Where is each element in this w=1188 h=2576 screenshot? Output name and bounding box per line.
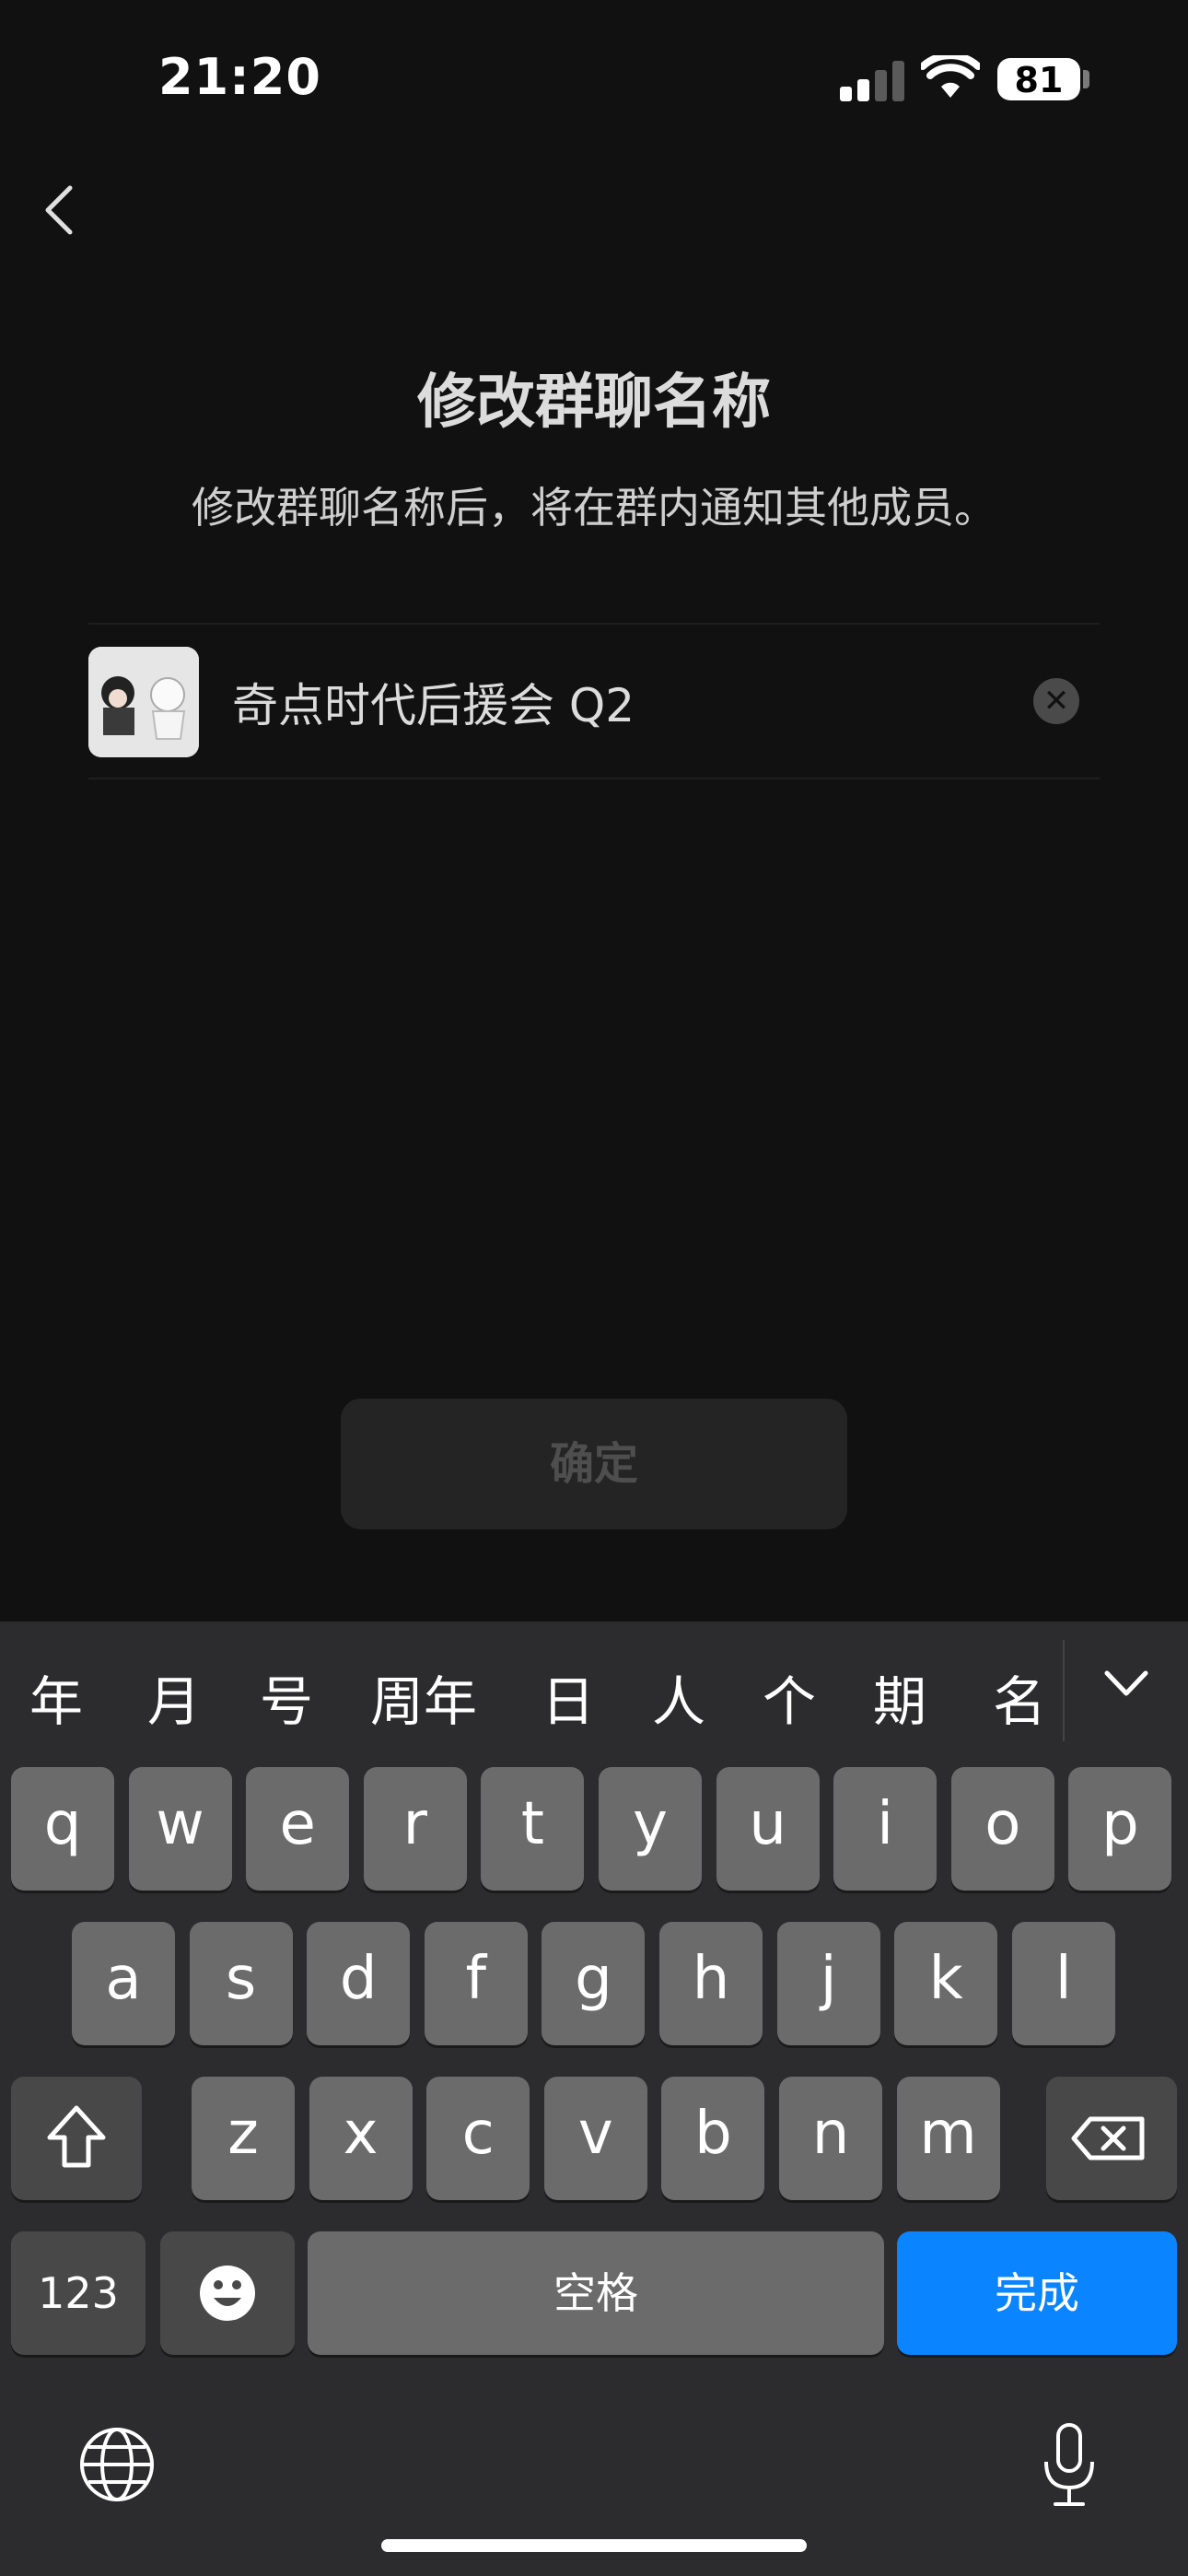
confirm-button[interactable]: 确定 xyxy=(341,1399,847,1529)
microphone-icon[interactable] xyxy=(1041,2421,1098,2510)
key-f[interactable]: f xyxy=(424,1922,528,2045)
candidate-item[interactable]: 号 xyxy=(260,1658,313,1736)
divider-bottom xyxy=(88,778,1100,779)
candidate-separator xyxy=(1063,1640,1065,1741)
candidate-item[interactable]: 名 xyxy=(993,1658,1046,1736)
key-b[interactable]: b xyxy=(661,2077,765,2200)
key-m[interactable]: m xyxy=(896,2077,1000,2200)
numbers-key[interactable]: 123 xyxy=(11,2231,146,2355)
key-t[interactable]: t xyxy=(481,1767,585,1891)
key-x[interactable]: x xyxy=(309,2077,413,2200)
key-o[interactable]: o xyxy=(950,1767,1054,1891)
shift-key[interactable] xyxy=(11,2077,142,2200)
key-w[interactable]: w xyxy=(128,1767,232,1891)
backspace-icon xyxy=(1071,2116,1145,2160)
battery-tip xyxy=(1083,70,1089,88)
candidate-item[interactable]: 日 xyxy=(542,1658,595,1736)
key-p[interactable]: p xyxy=(1068,1767,1172,1891)
key-d[interactable]: d xyxy=(307,1922,411,2045)
back-chevron-icon[interactable] xyxy=(41,181,77,240)
done-key[interactable]: 完成 xyxy=(897,2231,1177,2355)
divider-top xyxy=(88,623,1100,625)
key-q[interactable]: q xyxy=(11,1767,114,1891)
page-subtitle: 修改群聊名称后，将在群内通知其他成员。 xyxy=(192,483,996,533)
key-k[interactable]: k xyxy=(894,1922,998,2045)
key-u[interactable]: u xyxy=(716,1767,820,1891)
key-c[interactable]: c xyxy=(426,2077,530,2200)
key-y[interactable]: y xyxy=(599,1767,702,1891)
space-key[interactable]: 空格 xyxy=(308,2231,884,2355)
group-name-input[interactable]: 奇点时代后援会 Q2 xyxy=(232,669,635,735)
key-h[interactable]: h xyxy=(659,1922,763,2045)
wifi-icon xyxy=(921,55,980,98)
cellular-signal-icon xyxy=(840,59,904,101)
candidate-item[interactable]: 月 xyxy=(147,1658,201,1736)
key-i[interactable]: i xyxy=(833,1767,938,1891)
battery-indicator: 81 xyxy=(997,58,1080,100)
emoji-key[interactable] xyxy=(160,2231,295,2355)
key-r[interactable]: r xyxy=(363,1767,467,1891)
candidate-item[interactable]: 年 xyxy=(29,1658,83,1736)
clear-icon[interactable]: ✕ xyxy=(1033,678,1079,724)
chevron-down-icon[interactable] xyxy=(1103,1669,1149,1697)
home-indicator xyxy=(381,2539,807,2552)
key-z[interactable]: z xyxy=(192,2077,295,2200)
key-j[interactable]: j xyxy=(776,1922,880,2045)
battery-level: 81 xyxy=(1014,60,1064,100)
emoji-icon xyxy=(200,2266,255,2321)
page-title: 修改群聊名称 xyxy=(417,369,771,437)
globe-icon[interactable] xyxy=(77,2425,157,2504)
key-l[interactable]: l xyxy=(1011,1922,1115,2045)
key-n[interactable]: n xyxy=(779,2077,882,2200)
candidate-item[interactable]: 人 xyxy=(652,1658,705,1736)
key-v[interactable]: v xyxy=(543,2077,647,2200)
candidate-item[interactable]: 期 xyxy=(873,1658,926,1736)
group-avatar xyxy=(88,647,199,757)
candidate-item[interactable]: 周年 xyxy=(370,1658,477,1736)
backspace-key[interactable] xyxy=(1046,2077,1177,2200)
key-s[interactable]: s xyxy=(189,1922,293,2045)
shift-icon xyxy=(47,2105,106,2168)
status-time: 21:20 xyxy=(158,48,321,106)
key-e[interactable]: e xyxy=(246,1767,350,1891)
key-g[interactable]: g xyxy=(542,1922,646,2045)
key-a[interactable]: a xyxy=(72,1922,175,2045)
candidate-item[interactable]: 个 xyxy=(763,1658,816,1736)
